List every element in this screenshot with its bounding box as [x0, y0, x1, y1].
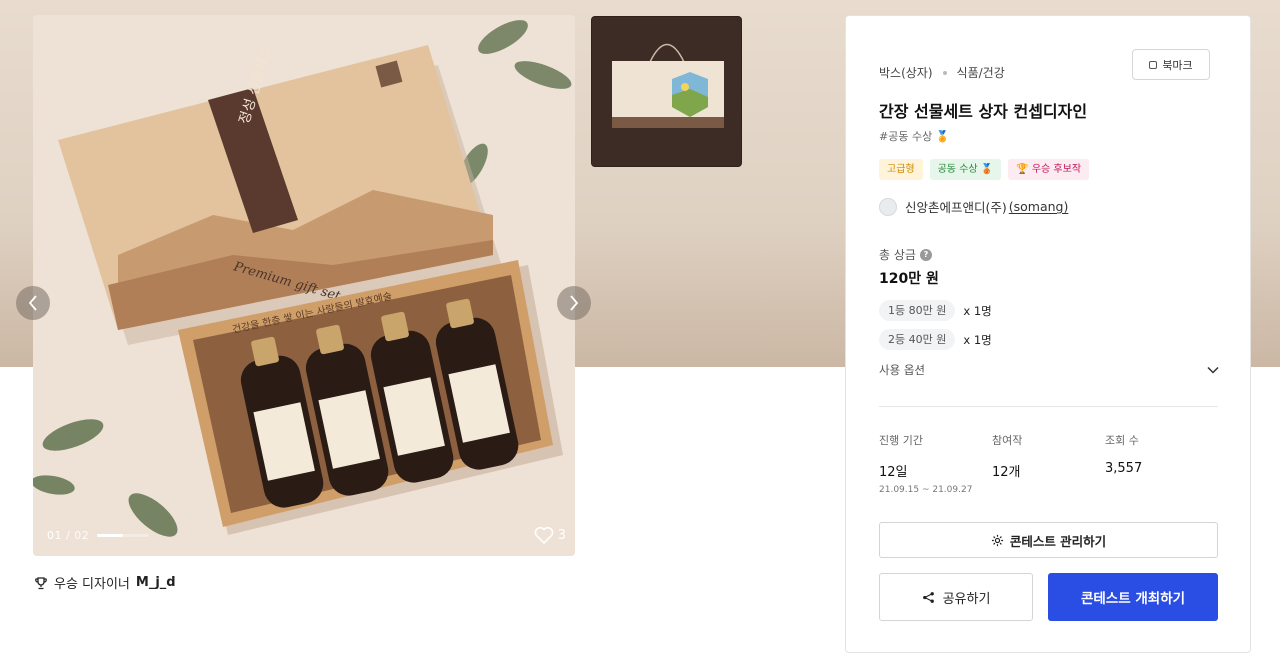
- trophy-icon: [35, 576, 47, 589]
- share-label: 공유하기: [942, 591, 991, 607]
- slide-current: 01: [47, 529, 62, 542]
- prize-tier: 1등 80만 원: [879, 300, 956, 321]
- slide-progress-bar: [97, 534, 150, 537]
- stat-date-range: 21.09.15 ~ 21.09.27: [879, 485, 973, 495]
- prize-row: 1등 80만 원 x 1명: [879, 300, 992, 321]
- stat-label: 진행 기간: [879, 434, 923, 447]
- subcategory-link[interactable]: 식품/건강: [957, 64, 1005, 81]
- slide-separator: /: [66, 529, 71, 542]
- total-prize-label-text: 총 상금: [879, 248, 916, 262]
- prize-count: x 1명: [963, 332, 992, 347]
- bookmark-button[interactable]: 북마크: [1132, 49, 1210, 80]
- contest-info-panel: 박스(상자) 식품/건강 북마크 간장 선물세트 상자 컨셉디자인 #공동 수상…: [845, 15, 1251, 653]
- manage-contest-label: 콘테스트 관리하기: [1009, 533, 1107, 549]
- chevron-right-icon: [570, 295, 579, 311]
- chevron-left-icon: [28, 295, 37, 311]
- prize-tier: 2등 40만 원: [879, 329, 956, 350]
- stat-value: 3,557: [1105, 461, 1143, 476]
- stat-label: 참여작: [992, 434, 1023, 447]
- slide-progress-fill: [97, 534, 124, 537]
- heart-icon: [534, 526, 554, 544]
- gift-box-illustration: 정성 선물세트 Premium gift set 건강을 한층 쌓 이는 사랑들…: [33, 15, 575, 556]
- total-prize-label: 총 상금 ?: [879, 246, 932, 263]
- stat-entries: 참여작 12개: [992, 432, 1105, 495]
- stat-label: 조회 수: [1105, 434, 1139, 447]
- total-prize-value: 120만 원: [879, 271, 939, 287]
- prev-image-button[interactable]: [16, 286, 50, 320]
- hashtag[interactable]: #공동 수상 🏅: [879, 128, 949, 144]
- prize-row: 2등 40만 원 x 1명: [879, 329, 992, 350]
- slide-total: 02: [74, 529, 90, 542]
- contest-stats: 진행 기간 12일 21.09.15 ~ 21.09.27 참여작 12개 조회…: [879, 432, 1219, 495]
- winner-name[interactable]: M_j_d: [136, 575, 176, 590]
- usage-options-label: 사용 옵션: [879, 363, 925, 377]
- help-icon[interactable]: ?: [919, 248, 932, 261]
- badge-joint-award: 공동 수상 🥉: [929, 159, 1002, 180]
- stat-duration: 진행 기간 12일 21.09.15 ~ 21.09.27: [879, 432, 992, 495]
- manage-contest-button[interactable]: 콘테스트 관리하기: [879, 522, 1218, 558]
- company-handle-link[interactable]: (somang): [1009, 199, 1069, 214]
- stat-views: 조회 수 3,557: [1105, 432, 1218, 495]
- stat-value: 12일: [879, 465, 908, 480]
- like-count: 3: [557, 527, 566, 543]
- thumbnail-image[interactable]: [591, 16, 742, 167]
- divider: [879, 406, 1218, 407]
- company-name: 신앙촌에프앤디(주): [905, 200, 1007, 215]
- slide-counter: 01 / 02: [47, 529, 150, 542]
- winner-prefix: 우승 디자이너: [54, 577, 130, 592]
- main-product-image[interactable]: 정성 선물세트 Premium gift set 건강을 한층 쌓 이는 사랑들…: [33, 15, 575, 556]
- badge-premium: 고급형: [879, 159, 923, 180]
- usage-options-toggle[interactable]: 사용 옵션: [879, 362, 1219, 378]
- chevron-down-icon: [1207, 366, 1219, 374]
- bookmark-label: 북마크: [1162, 58, 1193, 72]
- stat-value: 12개: [992, 465, 1021, 480]
- like-button[interactable]: 3: [534, 526, 566, 544]
- gear-icon: [991, 534, 1003, 546]
- bookmark-icon: [1149, 60, 1158, 69]
- badge-list: 고급형 공동 수상 🥉 🏆 우승 후보작: [879, 159, 1090, 180]
- breadcrumb: 박스(상자) 식품/건강: [879, 64, 1005, 81]
- host-contest-button[interactable]: 콘테스트 개최하기: [1048, 573, 1218, 621]
- company-logo-icon: [879, 197, 897, 216]
- share-button[interactable]: 공유하기: [879, 573, 1033, 621]
- company-info: 신앙촌에프앤디(주) (somang): [879, 197, 1068, 216]
- winner-info: 우승 디자이너 M_j_d: [34, 573, 176, 592]
- next-image-button[interactable]: [557, 286, 591, 320]
- category-link[interactable]: 박스(상자): [879, 64, 933, 81]
- breadcrumb-separator: [942, 70, 947, 75]
- thumbnail-bag-illustration: [592, 17, 741, 166]
- contest-title: 간장 선물세트 상자 컨셉디자인: [879, 102, 1088, 121]
- prize-count: x 1명: [963, 303, 992, 318]
- share-icon: [922, 591, 934, 603]
- badge-winner-candidate: 🏆 우승 후보작: [1008, 159, 1090, 180]
